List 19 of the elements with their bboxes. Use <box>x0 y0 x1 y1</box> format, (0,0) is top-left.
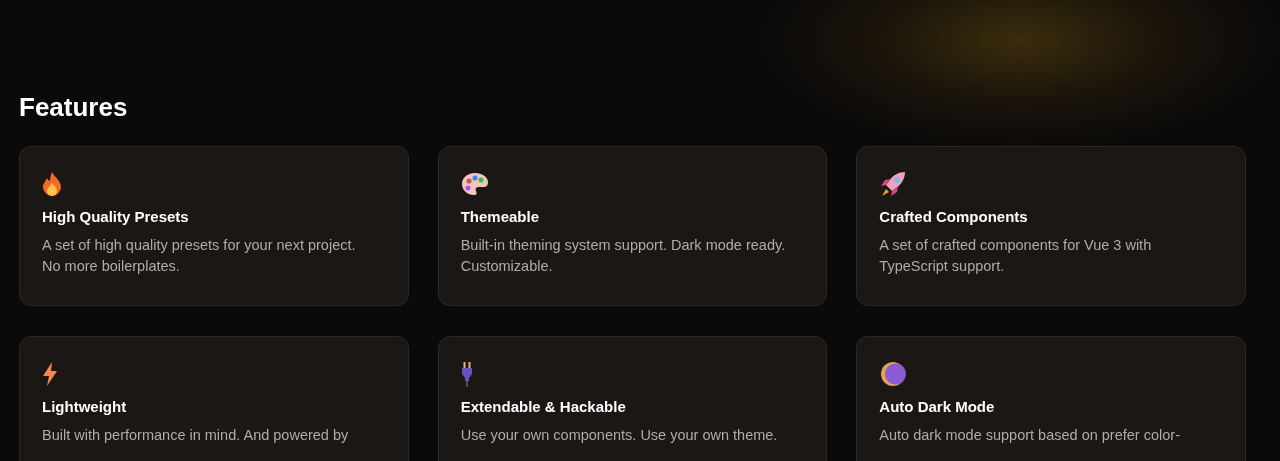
section-heading: Features <box>19 91 128 124</box>
feature-title: Auto Dark Mode <box>879 397 995 417</box>
rocket-icon <box>879 170 908 198</box>
feature-description: A set of high quality presets for your next project. No more boilerplates. <box>42 236 356 276</box>
palette-icon <box>460 171 489 197</box>
feature-description: Use your own components. Use your own theme. <box>460 426 778 445</box>
feature-description: Built-in theming system support. Dark mode ready. Customizable. <box>460 236 786 276</box>
lightning-icon <box>42 361 58 387</box>
feature-title: Lightweight <box>42 397 127 417</box>
feature-title: Extendable & Hackable <box>460 397 626 417</box>
flame-icon <box>42 171 62 197</box>
feature-title: Themeable <box>460 207 540 227</box>
moon-icon <box>879 360 908 388</box>
plug-icon <box>460 361 473 387</box>
feature-description: A set of crafted components for Vue 3 with TypeScript support. <box>879 236 1152 276</box>
feature-description: Built with performance in mind. And powered by <box>42 426 349 445</box>
feature-title: High Quality Presets <box>42 207 189 227</box>
feature-title: Crafted Components <box>879 207 1028 227</box>
feature-description: Auto dark mode support based on prefer color- <box>879 426 1180 445</box>
